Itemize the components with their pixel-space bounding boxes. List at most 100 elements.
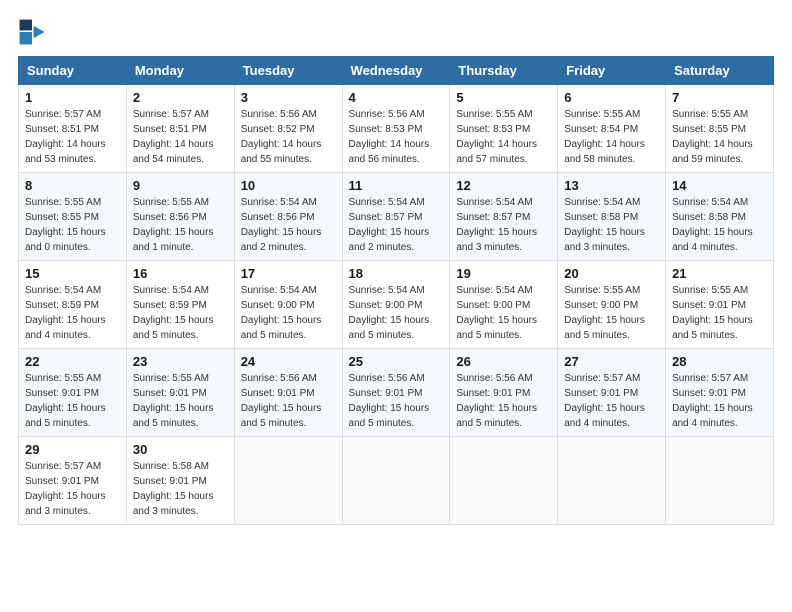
day-info: Sunrise: 5:55 AMSunset: 8:55 PMDaylight:… xyxy=(672,109,753,165)
day-info: Sunrise: 5:57 AMSunset: 9:01 PMDaylight:… xyxy=(25,461,106,517)
day-number: 22 xyxy=(25,354,120,369)
day-cell: 30 Sunrise: 5:58 AMSunset: 9:01 PMDaylig… xyxy=(126,437,234,525)
day-cell: 18 Sunrise: 5:54 AMSunset: 9:00 PMDaylig… xyxy=(342,261,450,349)
day-number: 29 xyxy=(25,442,120,457)
week-row-3: 15 Sunrise: 5:54 AMSunset: 8:59 PMDaylig… xyxy=(19,261,774,349)
day-number: 14 xyxy=(672,178,767,193)
day-cell: 16 Sunrise: 5:54 AMSunset: 8:59 PMDaylig… xyxy=(126,261,234,349)
day-info: Sunrise: 5:54 AMSunset: 8:59 PMDaylight:… xyxy=(133,285,214,341)
day-info: Sunrise: 5:55 AMSunset: 9:01 PMDaylight:… xyxy=(133,373,214,429)
week-row-1: 1 Sunrise: 5:57 AMSunset: 8:51 PMDayligh… xyxy=(19,85,774,173)
day-cell: 24 Sunrise: 5:56 AMSunset: 9:01 PMDaylig… xyxy=(234,349,342,437)
header-thursday: Thursday xyxy=(450,57,558,85)
day-cell xyxy=(450,437,558,525)
day-cell: 19 Sunrise: 5:54 AMSunset: 9:00 PMDaylig… xyxy=(450,261,558,349)
day-info: Sunrise: 5:55 AMSunset: 8:56 PMDaylight:… xyxy=(133,197,214,253)
day-cell: 12 Sunrise: 5:54 AMSunset: 8:57 PMDaylig… xyxy=(450,173,558,261)
day-info: Sunrise: 5:58 AMSunset: 9:01 PMDaylight:… xyxy=(133,461,214,517)
day-info: Sunrise: 5:54 AMSunset: 9:00 PMDaylight:… xyxy=(349,285,430,341)
day-info: Sunrise: 5:54 AMSunset: 8:56 PMDaylight:… xyxy=(241,197,322,253)
day-cell: 28 Sunrise: 5:57 AMSunset: 9:01 PMDaylig… xyxy=(666,349,774,437)
calendar-body: 1 Sunrise: 5:57 AMSunset: 8:51 PMDayligh… xyxy=(19,85,774,525)
header-row: SundayMondayTuesdayWednesdayThursdayFrid… xyxy=(19,57,774,85)
day-cell: 25 Sunrise: 5:56 AMSunset: 9:01 PMDaylig… xyxy=(342,349,450,437)
day-cell: 22 Sunrise: 5:55 AMSunset: 9:01 PMDaylig… xyxy=(19,349,127,437)
day-info: Sunrise: 5:55 AMSunset: 9:01 PMDaylight:… xyxy=(25,373,106,429)
day-info: Sunrise: 5:55 AMSunset: 9:01 PMDaylight:… xyxy=(672,285,753,341)
day-info: Sunrise: 5:56 AMSunset: 8:52 PMDaylight:… xyxy=(241,109,322,165)
day-info: Sunrise: 5:57 AMSunset: 9:01 PMDaylight:… xyxy=(672,373,753,429)
day-number: 4 xyxy=(349,90,444,105)
day-number: 18 xyxy=(349,266,444,281)
day-info: Sunrise: 5:54 AMSunset: 8:57 PMDaylight:… xyxy=(349,197,430,253)
header-friday: Friday xyxy=(558,57,666,85)
day-number: 11 xyxy=(349,178,444,193)
day-number: 17 xyxy=(241,266,336,281)
day-cell: 10 Sunrise: 5:54 AMSunset: 8:56 PMDaylig… xyxy=(234,173,342,261)
day-cell: 13 Sunrise: 5:54 AMSunset: 8:58 PMDaylig… xyxy=(558,173,666,261)
day-number: 19 xyxy=(456,266,551,281)
day-cell: 14 Sunrise: 5:54 AMSunset: 8:58 PMDaylig… xyxy=(666,173,774,261)
day-cell: 5 Sunrise: 5:55 AMSunset: 8:53 PMDayligh… xyxy=(450,85,558,173)
day-info: Sunrise: 5:56 AMSunset: 9:01 PMDaylight:… xyxy=(349,373,430,429)
day-info: Sunrise: 5:55 AMSunset: 8:53 PMDaylight:… xyxy=(456,109,537,165)
day-cell xyxy=(342,437,450,525)
day-number: 13 xyxy=(564,178,659,193)
day-number: 2 xyxy=(133,90,228,105)
day-cell xyxy=(558,437,666,525)
day-number: 15 xyxy=(25,266,120,281)
day-number: 3 xyxy=(241,90,336,105)
day-number: 16 xyxy=(133,266,228,281)
day-number: 6 xyxy=(564,90,659,105)
day-number: 10 xyxy=(241,178,336,193)
day-cell: 15 Sunrise: 5:54 AMSunset: 8:59 PMDaylig… xyxy=(19,261,127,349)
day-number: 12 xyxy=(456,178,551,193)
day-cell: 7 Sunrise: 5:55 AMSunset: 8:55 PMDayligh… xyxy=(666,85,774,173)
day-info: Sunrise: 5:56 AMSunset: 9:01 PMDaylight:… xyxy=(241,373,322,429)
header xyxy=(18,18,774,46)
day-cell: 26 Sunrise: 5:56 AMSunset: 9:01 PMDaylig… xyxy=(450,349,558,437)
day-cell: 17 Sunrise: 5:54 AMSunset: 9:00 PMDaylig… xyxy=(234,261,342,349)
day-info: Sunrise: 5:54 AMSunset: 8:59 PMDaylight:… xyxy=(25,285,106,341)
day-cell: 20 Sunrise: 5:55 AMSunset: 9:00 PMDaylig… xyxy=(558,261,666,349)
day-cell: 6 Sunrise: 5:55 AMSunset: 8:54 PMDayligh… xyxy=(558,85,666,173)
day-info: Sunrise: 5:54 AMSunset: 8:57 PMDaylight:… xyxy=(456,197,537,253)
header-monday: Monday xyxy=(126,57,234,85)
day-cell: 23 Sunrise: 5:55 AMSunset: 9:01 PMDaylig… xyxy=(126,349,234,437)
day-number: 28 xyxy=(672,354,767,369)
day-info: Sunrise: 5:57 AMSunset: 8:51 PMDaylight:… xyxy=(25,109,106,165)
day-cell: 27 Sunrise: 5:57 AMSunset: 9:01 PMDaylig… xyxy=(558,349,666,437)
day-cell xyxy=(234,437,342,525)
day-number: 8 xyxy=(25,178,120,193)
header-saturday: Saturday xyxy=(666,57,774,85)
week-row-2: 8 Sunrise: 5:55 AMSunset: 8:55 PMDayligh… xyxy=(19,173,774,261)
day-cell: 1 Sunrise: 5:57 AMSunset: 8:51 PMDayligh… xyxy=(19,85,127,173)
day-number: 30 xyxy=(133,442,228,457)
day-info: Sunrise: 5:55 AMSunset: 8:54 PMDaylight:… xyxy=(564,109,645,165)
calendar-table: SundayMondayTuesdayWednesdayThursdayFrid… xyxy=(18,56,774,525)
day-info: Sunrise: 5:57 AMSunset: 8:51 PMDaylight:… xyxy=(133,109,214,165)
day-number: 9 xyxy=(133,178,228,193)
day-number: 25 xyxy=(349,354,444,369)
day-cell: 8 Sunrise: 5:55 AMSunset: 8:55 PMDayligh… xyxy=(19,173,127,261)
logo xyxy=(18,18,50,46)
day-number: 23 xyxy=(133,354,228,369)
day-info: Sunrise: 5:54 AMSunset: 8:58 PMDaylight:… xyxy=(564,197,645,253)
header-tuesday: Tuesday xyxy=(234,57,342,85)
day-cell: 4 Sunrise: 5:56 AMSunset: 8:53 PMDayligh… xyxy=(342,85,450,173)
day-number: 26 xyxy=(456,354,551,369)
day-cell: 2 Sunrise: 5:57 AMSunset: 8:51 PMDayligh… xyxy=(126,85,234,173)
day-cell: 9 Sunrise: 5:55 AMSunset: 8:56 PMDayligh… xyxy=(126,173,234,261)
day-cell: 11 Sunrise: 5:54 AMSunset: 8:57 PMDaylig… xyxy=(342,173,450,261)
day-number: 21 xyxy=(672,266,767,281)
day-info: Sunrise: 5:54 AMSunset: 9:00 PMDaylight:… xyxy=(241,285,322,341)
day-number: 5 xyxy=(456,90,551,105)
day-cell: 29 Sunrise: 5:57 AMSunset: 9:01 PMDaylig… xyxy=(19,437,127,525)
day-number: 7 xyxy=(672,90,767,105)
day-info: Sunrise: 5:57 AMSunset: 9:01 PMDaylight:… xyxy=(564,373,645,429)
logo-icon xyxy=(18,18,46,46)
day-cell: 3 Sunrise: 5:56 AMSunset: 8:52 PMDayligh… xyxy=(234,85,342,173)
week-row-5: 29 Sunrise: 5:57 AMSunset: 9:01 PMDaylig… xyxy=(19,437,774,525)
day-cell: 21 Sunrise: 5:55 AMSunset: 9:01 PMDaylig… xyxy=(666,261,774,349)
week-row-4: 22 Sunrise: 5:55 AMSunset: 9:01 PMDaylig… xyxy=(19,349,774,437)
